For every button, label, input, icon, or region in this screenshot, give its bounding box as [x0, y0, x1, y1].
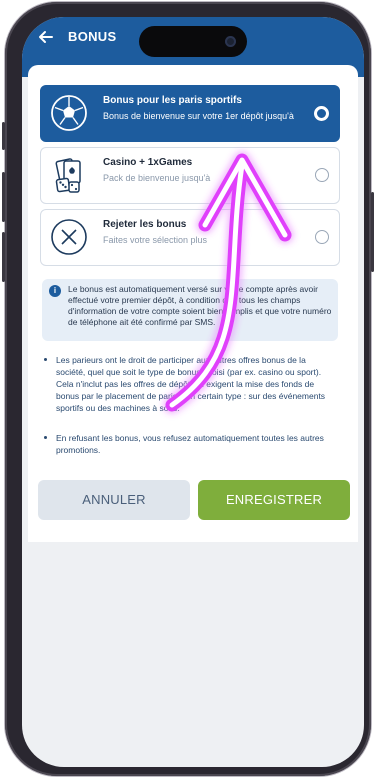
bullet-text: Les parieurs ont le droit de participer … [56, 355, 326, 413]
back-arrow-icon[interactable] [38, 29, 54, 45]
option-description: Bonus de bienvenue sur votre 1er dépôt j… [103, 111, 294, 121]
rule-bullet: En refusant les bonus, vous refusez auto… [44, 432, 336, 456]
camera-icon [225, 36, 236, 47]
close-circle-icon [51, 219, 87, 255]
bonus-option-reject[interactable]: Rejeter les bonus Faites votre sélection… [40, 209, 340, 266]
screen: BONUS Bonus pour les paris sportifs Bonu… [22, 17, 364, 767]
save-button[interactable]: ENREGISTRER [198, 480, 350, 520]
page-title: BONUS [68, 29, 117, 44]
info-text: Le bonus est automatiquement versé sur v… [68, 284, 332, 327]
bullet-dot [44, 436, 47, 439]
phone-power-button [371, 192, 374, 272]
bullet-dot [44, 358, 47, 361]
option-title: Casino + 1xGames [103, 157, 193, 168]
radio-selected[interactable] [314, 106, 329, 121]
radio-unselected[interactable] [315, 230, 329, 244]
option-description: Faites votre sélection plus [103, 235, 208, 245]
phone-volume-up-button [2, 172, 5, 222]
option-description: Pack de bienvenue jusqu'à [103, 173, 211, 183]
option-title: Rejeter les bonus [103, 219, 187, 230]
bullet-text: En refusant les bonus, vous refusez auto… [56, 433, 324, 455]
cancel-button[interactable]: ANNULER [38, 480, 190, 520]
phone-frame: BONUS Bonus pour les paris sportifs Bonu… [2, 2, 374, 776]
phone-volume-down-button [2, 232, 5, 282]
radio-unselected[interactable] [315, 168, 329, 182]
info-icon: i [49, 285, 61, 297]
rule-bullet: Les parieurs ont le droit de participer … [44, 354, 336, 414]
cards-dice-icon [55, 158, 81, 193]
phone-mute-button [2, 122, 5, 150]
dynamic-island [139, 26, 247, 57]
soccer-ball-icon [51, 95, 87, 131]
info-box: i Le bonus est automatiquement versé sur… [42, 279, 338, 341]
option-title: Bonus pour les paris sportifs [103, 95, 242, 106]
bonus-option-casino[interactable]: Casino + 1xGames Pack de bienvenue jusqu… [40, 147, 340, 204]
bonus-option-sports[interactable]: Bonus pour les paris sportifs Bonus de b… [40, 85, 340, 142]
